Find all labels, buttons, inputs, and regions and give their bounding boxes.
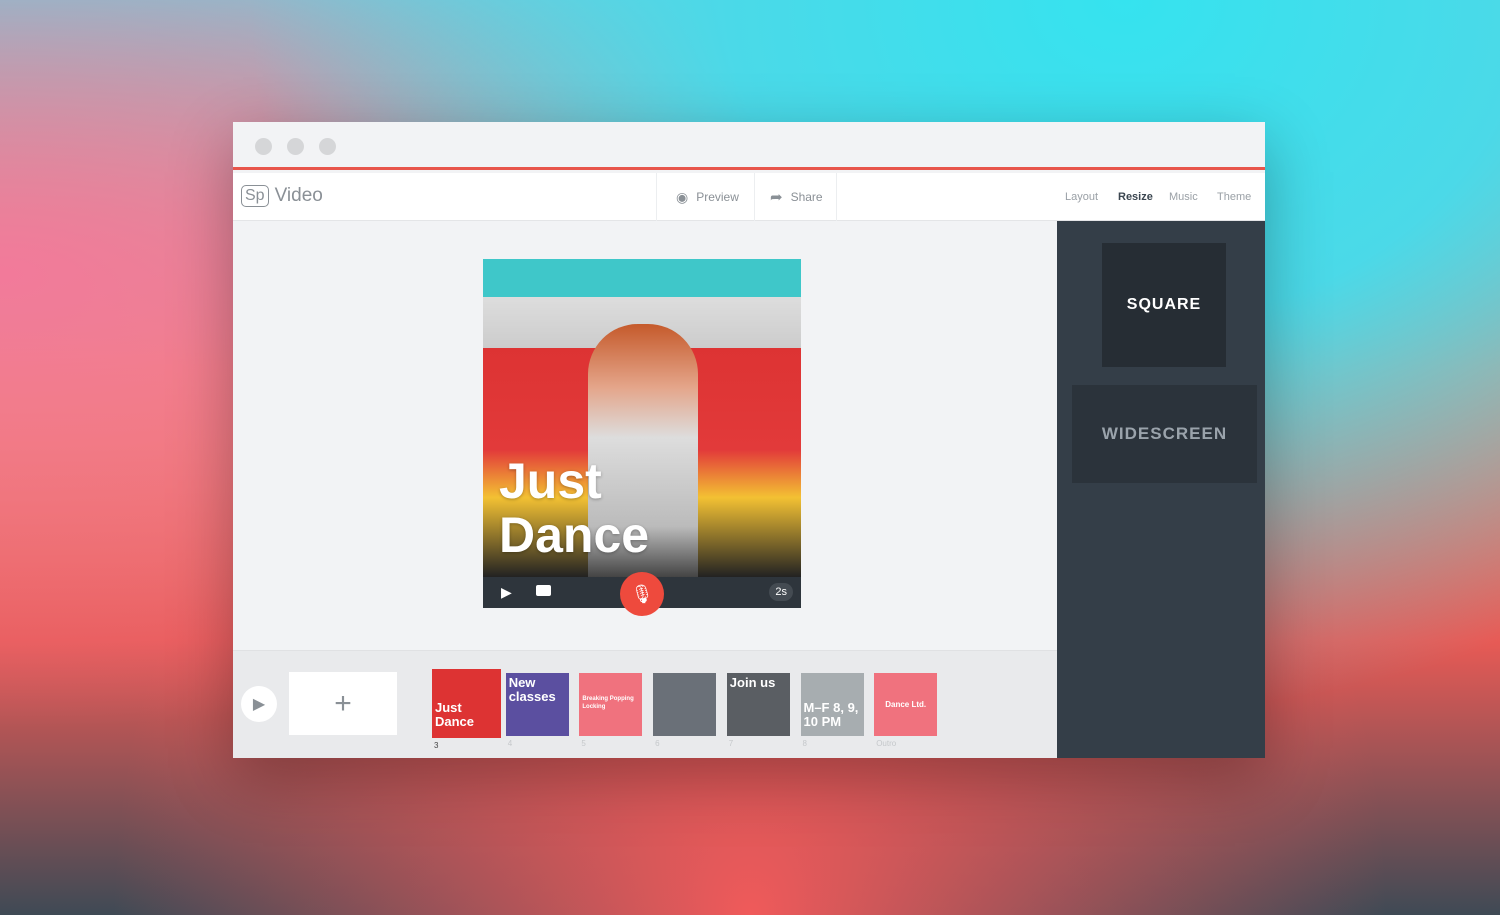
timeline-slide[interactable]: New classes	[505, 673, 569, 736]
microphone-icon: 🎙	[630, 583, 654, 604]
tab-resize[interactable]: Resize	[1118, 191, 1153, 203]
timeline-slide[interactable]: Join us	[726, 673, 790, 736]
logo-mark: Sp	[241, 185, 269, 207]
timeline-slide[interactable]: Dance Ltd.	[874, 673, 938, 736]
slide-number: 4	[507, 739, 513, 748]
timeline-slide[interactable]	[653, 673, 717, 736]
headline-line: Just	[499, 453, 602, 509]
close-window-button[interactable]	[255, 138, 272, 155]
app-name: Video	[274, 185, 323, 206]
toolbar: Sp Video ◉ Preview ➦ Share Layout Resize…	[233, 173, 1265, 221]
slide-canvas[interactable]: Just Dance ▶ 2s	[483, 259, 801, 608]
caption-icon[interactable]	[536, 585, 551, 596]
resize-panel: SQUARE WIDESCREEN	[1057, 221, 1265, 758]
timeline-slide[interactable]: Breaking Popping Locking	[579, 673, 643, 736]
preview-label: Preview	[696, 190, 739, 204]
timeline: ▶ + Just Dance 3 New classes 4 Breaking Popp…	[233, 650, 1057, 758]
maximize-window-button[interactable]	[319, 138, 336, 155]
play-icon[interactable]: ▶	[501, 584, 512, 601]
duration-badge[interactable]: 2s	[769, 583, 793, 601]
timeline-slide[interactable]: M–F 8, 9, 10 PM	[800, 673, 864, 736]
tab-theme[interactable]: Theme	[1217, 191, 1251, 203]
share-label: Share	[790, 190, 823, 204]
record-voice-button[interactable]: 🎙	[620, 572, 664, 616]
preview-button[interactable]: ◉ Preview	[676, 173, 739, 221]
slide-number: 3	[434, 741, 439, 750]
widescreen-option[interactable]: WIDESCREEN	[1072, 385, 1257, 483]
headline-line: Dance	[499, 507, 650, 563]
minimize-window-button[interactable]	[287, 138, 304, 155]
play-all-button[interactable]: ▶	[241, 686, 277, 722]
square-option[interactable]: SQUARE	[1102, 243, 1226, 367]
slide-number: 8	[802, 739, 807, 748]
tab-music[interactable]: Music	[1169, 191, 1198, 203]
share-arrow-icon: ➦	[770, 189, 783, 206]
slide-headline[interactable]: Just Dance	[499, 454, 649, 562]
slide-number: 6	[655, 739, 660, 748]
share-button[interactable]: ➦ Share	[770, 173, 823, 221]
play-icon: ▶	[252, 696, 266, 713]
slide-number: Outro	[876, 739, 897, 748]
title-bar	[233, 122, 1265, 170]
add-slide-button[interactable]: +	[289, 672, 397, 735]
slide-number: 5	[581, 739, 586, 748]
slide-number: 7	[728, 739, 734, 748]
timeline-slide[interactable]: Just Dance	[432, 669, 501, 738]
tab-layout[interactable]: Layout	[1065, 191, 1098, 203]
slide-photo: Just Dance	[483, 259, 801, 577]
app-logo[interactable]: Sp Video	[241, 185, 323, 207]
eye-icon: ◉	[676, 188, 689, 205]
app-window: Sp Video ◉ Preview ➦ Share Layout Resize…	[233, 122, 1265, 758]
